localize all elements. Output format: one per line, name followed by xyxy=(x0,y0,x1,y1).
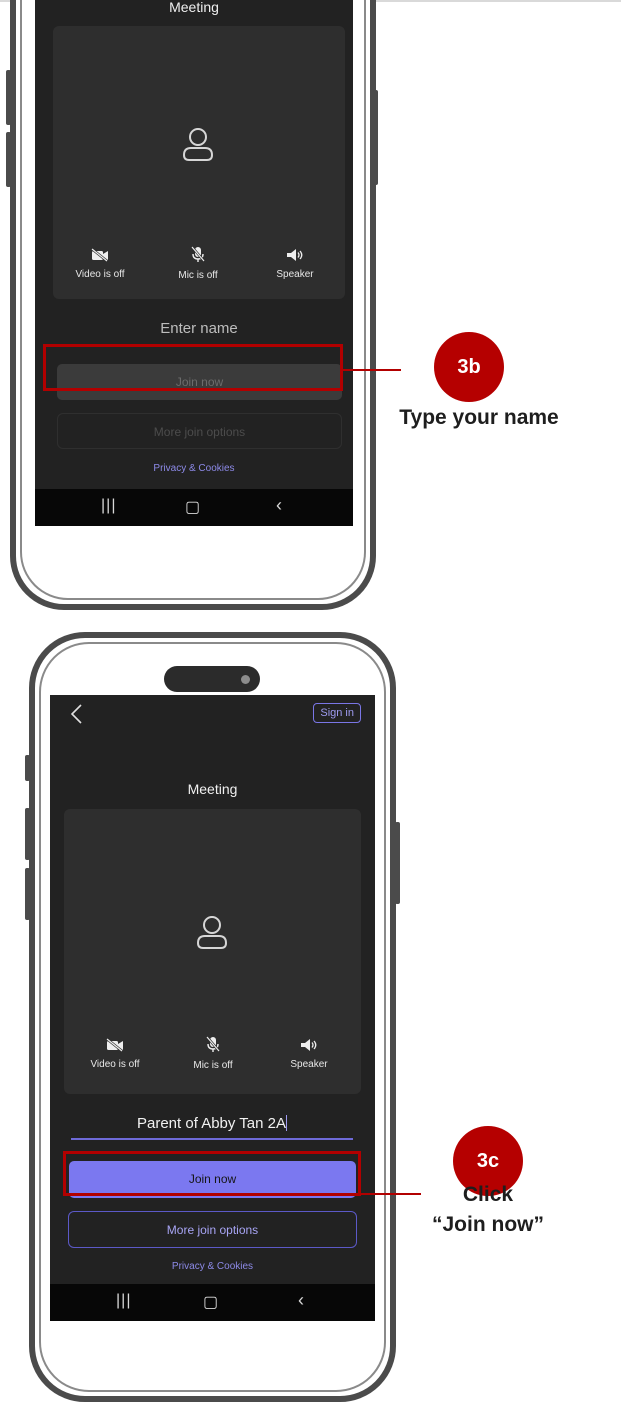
mic-toggle[interactable]: Mic is off xyxy=(168,1036,258,1071)
video-off-icon xyxy=(91,248,108,262)
meeting-title: Meeting xyxy=(187,781,238,797)
privacy-cookies-link[interactable]: Privacy & Cookies xyxy=(50,1261,375,1272)
name-input[interactable]: Enter name xyxy=(59,320,339,346)
phone2-action-button xyxy=(25,755,30,781)
teams-join-screen: Sign in Meeting Video is off Mic is off … xyxy=(50,695,375,1321)
phone2-volume-button xyxy=(25,868,30,920)
connector-line-3c xyxy=(358,1193,421,1195)
phone1-power-button xyxy=(373,90,378,185)
nav-home-icon[interactable]: ▢ xyxy=(185,497,200,517)
nav-back-icon[interactable]: ‹ xyxy=(276,495,282,516)
mic-toggle[interactable]: Mic is off xyxy=(153,246,243,281)
speaker-icon xyxy=(287,249,303,261)
mic-toggle-label: Mic is off xyxy=(193,1060,233,1071)
phone2-power-button xyxy=(395,822,400,904)
sign-in-button[interactable]: Sign in xyxy=(313,703,361,723)
highlight-join-now-button xyxy=(63,1151,361,1196)
video-preview: Video is off Mic is off Speaker xyxy=(53,26,345,299)
nav-home-icon[interactable]: ▢ xyxy=(203,1292,218,1312)
nav-back-icon[interactable]: ‹ xyxy=(298,1290,304,1311)
mic-toggle-label: Mic is off xyxy=(178,270,218,281)
teams-join-screen: Meeting Video is off Mic is off Speaker … xyxy=(35,0,353,526)
name-input-value: Parent of Abby Tan 2A xyxy=(137,1115,286,1132)
speaker-icon xyxy=(301,1039,317,1051)
video-preview: Video is off Mic is off Speaker xyxy=(64,809,361,1094)
android-nav-bar: ||| ▢ ‹ xyxy=(35,489,353,526)
speaker-toggle-label: Speaker xyxy=(290,1059,328,1070)
mic-off-icon xyxy=(191,246,205,262)
video-toggle[interactable]: Video is off xyxy=(55,248,145,280)
meeting-title: Meeting xyxy=(169,0,219,15)
highlight-name-input xyxy=(43,344,343,391)
step-badge-3b: 3b xyxy=(434,332,504,402)
phone2-volume-button xyxy=(25,808,30,860)
step-caption-3c: Click “Join now” xyxy=(420,1180,556,1240)
step-caption-3c-line2: “Join now” xyxy=(432,1213,544,1236)
phone1-volume-button xyxy=(6,70,11,125)
video-toggle-label: Video is off xyxy=(90,1059,140,1070)
speaker-toggle[interactable]: Speaker xyxy=(250,248,340,280)
video-off-icon xyxy=(106,1038,123,1052)
video-toggle[interactable]: Video is off xyxy=(70,1038,160,1070)
connector-line-3b xyxy=(343,369,401,371)
step-caption-3b: Type your name xyxy=(399,406,559,429)
dynamic-island xyxy=(164,666,260,692)
avatar-icon xyxy=(196,916,228,949)
more-join-options-button[interactable]: More join options xyxy=(68,1211,357,1248)
privacy-cookies-link[interactable]: Privacy & Cookies xyxy=(35,463,353,474)
avatar-icon xyxy=(182,128,214,161)
android-nav-bar: ||| ▢ ‹ xyxy=(50,1284,375,1321)
back-chevron-icon[interactable] xyxy=(68,703,88,725)
phone-mockup-step-3c: Sign in Meeting Video is off Mic is off … xyxy=(29,632,396,1402)
speaker-toggle-label: Speaker xyxy=(276,269,314,280)
front-camera xyxy=(241,675,250,684)
nav-recent-icon[interactable]: ||| xyxy=(116,1292,131,1310)
name-input[interactable]: Parent of Abby Tan 2A xyxy=(71,1115,353,1140)
phone1-volume-button xyxy=(6,132,11,187)
video-toggle-label: Video is off xyxy=(75,269,125,280)
more-join-options-button[interactable]: More join options xyxy=(57,413,342,449)
phone-mockup-step-3b: Meeting Video is off Mic is off Speaker … xyxy=(10,0,376,610)
speaker-toggle[interactable]: Speaker xyxy=(264,1038,354,1070)
step-caption-3c-line1: Click xyxy=(462,1183,514,1206)
mic-off-icon xyxy=(206,1036,220,1052)
nav-recent-icon[interactable]: ||| xyxy=(101,497,116,515)
text-cursor xyxy=(286,1115,287,1131)
